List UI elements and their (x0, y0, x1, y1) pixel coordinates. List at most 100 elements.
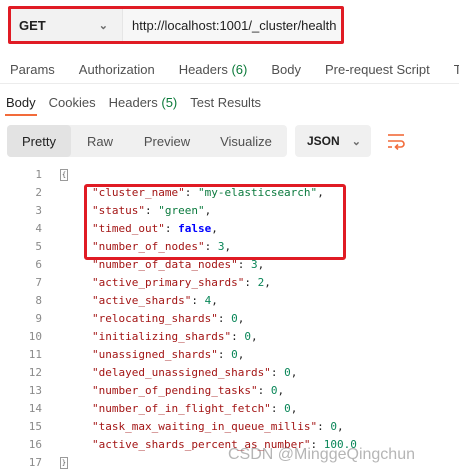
code-line: 11 "unassigned_shards": 0, (0, 346, 459, 364)
watermark: CSDN @MinggeQingchun (228, 446, 415, 463)
request-url-bar: GET ⌄ http://localhost:1001/_cluster/hea… (8, 6, 344, 44)
json-entry: "number_of_pending_tasks": 0, (92, 384, 285, 397)
line-number: 5 (35, 240, 42, 253)
json-value: 0 (231, 312, 238, 325)
response-tab-cookies[interactable]: Cookies (49, 95, 96, 110)
json-key: "relocating_shards" (92, 312, 218, 325)
tab-label: Headers (178, 62, 232, 77)
code-line: 10 "initializing_shards": 0, (0, 328, 459, 346)
tab-t[interactable]: T (454, 62, 459, 77)
code-line: 5 "number_of_nodes": 3, (0, 238, 459, 256)
json-key: "active_primary_shards" (92, 276, 245, 289)
code-line: 13 "number_of_pending_tasks": 0, (0, 382, 459, 400)
response-tab-body[interactable]: Body (6, 95, 36, 110)
json-entry: "number_of_in_flight_fetch": 0, (92, 402, 298, 415)
line-number: 9 (35, 312, 42, 325)
tab-label: Headers (108, 94, 162, 110)
wrap-lines-button[interactable] (379, 125, 413, 157)
json-value: 0 (284, 402, 291, 415)
json-entry: "initializing_shards": 0, (92, 330, 258, 343)
view-mode-group: Pretty Raw Preview Visualize (7, 125, 287, 157)
code-line: 9 "relocating_shards": 0, (0, 310, 459, 328)
url-input[interactable]: http://localhost:1001/_cluster/health (123, 9, 341, 41)
json-entry: "number_of_nodes": 3, (92, 240, 232, 253)
tab-count: (5) (161, 94, 178, 110)
line-number: 16 (28, 438, 42, 451)
view-visualize-button[interactable]: Visualize (205, 125, 287, 157)
code-line: 15 "task_max_waiting_in_queue_millis": 0, (0, 418, 459, 436)
tab-params[interactable]: Params (10, 62, 55, 77)
tab-label: Pre-request Script (324, 62, 430, 77)
tab-label: Params (10, 62, 55, 77)
response-tab-headers[interactable]: Headers (5) (109, 95, 178, 110)
json-key: "active_shards" (92, 294, 192, 307)
json-entry: "active_primary_shards": 2, (92, 276, 271, 289)
json-value: "my-elasticsearch" (197, 186, 318, 199)
json-key: "cluster_name" (92, 186, 185, 199)
tab-label: Test Results (190, 94, 262, 110)
json-key: "number_of_pending_tasks" (92, 384, 258, 397)
code-line: 2 "cluster_name": "my-elasticsearch", (0, 184, 459, 202)
view-raw-button[interactable]: Raw (71, 125, 129, 157)
tab-count: (6) (231, 62, 248, 77)
view-preview-button[interactable]: Preview (129, 125, 205, 157)
request-tabs: Params Authorization Headers (6) Body Pre-re… (0, 56, 459, 84)
line-number: 7 (35, 276, 42, 289)
json-value: 0 (244, 330, 251, 343)
json-key: "unassigned_shards" (92, 348, 218, 361)
json-entry: "delayed_unassigned_shards": 0, (92, 366, 298, 379)
json-key: "initializing_shards" (92, 330, 232, 343)
tab-label: Authorization (78, 62, 155, 77)
line-number: 3 (35, 204, 42, 217)
code-line: 1{ (0, 166, 459, 184)
code-line: 14 "number_of_in_flight_fetch": 0, (0, 400, 459, 418)
tab-label: T (453, 62, 459, 77)
tab-label: Body (6, 94, 36, 110)
tab-label: Cookies (48, 94, 96, 110)
method-select[interactable]: GET ⌄ (11, 9, 123, 41)
json-entry: "task_max_waiting_in_queue_millis": 0, (92, 420, 344, 433)
tab-label: Body (271, 62, 301, 77)
line-number: 11 (28, 348, 42, 361)
json-entry: "status": "green", (92, 204, 212, 217)
json-entry: "number_of_data_nodes": 3, (92, 258, 265, 271)
code-line: 3 "status": "green", (0, 202, 459, 220)
line-number: 6 (35, 258, 42, 271)
line-number: 14 (28, 402, 42, 415)
format-select[interactable]: JSON ⌄ (295, 125, 371, 157)
json-key: "timed_out" (92, 222, 165, 235)
code-line: 12 "delayed_unassigned_shards": 0, (0, 364, 459, 382)
json-entry: "cluster_name": "my-elasticsearch", (92, 186, 324, 199)
json-entry: "unassigned_shards": 0, (92, 348, 245, 361)
tab-authorization[interactable]: Authorization (79, 62, 155, 77)
json-key: "task_max_waiting_in_queue_millis" (92, 420, 318, 433)
code-line: 8 "active_shards": 4, (0, 292, 459, 310)
tab-pre-request-script[interactable]: Pre-request Script (325, 62, 430, 77)
line-number: 12 (28, 366, 42, 379)
json-value: 0 (231, 348, 238, 361)
code-line: 7 "active_primary_shards": 2, (0, 274, 459, 292)
tab-body[interactable]: Body (271, 62, 301, 77)
fold-end-icon: } (60, 457, 68, 469)
json-key: "number_of_nodes" (92, 240, 205, 253)
chevron-down-icon: ⌄ (98, 19, 108, 32)
line-number: 8 (35, 294, 42, 307)
view-pretty-button[interactable]: Pretty (7, 125, 71, 157)
line-number: 15 (28, 420, 42, 433)
json-key: "number_of_in_flight_fetch" (92, 402, 271, 415)
fold-toggle-icon[interactable]: { (60, 169, 68, 181)
response-tab-test-results[interactable]: Test Results (190, 95, 261, 110)
json-value: "green" (158, 204, 205, 217)
line-number: 2 (35, 186, 42, 199)
code-line: 4 "timed_out": false, (0, 220, 459, 238)
line-number: 1 (35, 168, 42, 181)
chevron-down-icon: ⌄ (351, 135, 361, 148)
code-line: 6 "number_of_data_nodes": 3, (0, 256, 459, 274)
response-body-code: 1{2 "cluster_name": "my-elasticsearch", 3 "… (0, 166, 459, 472)
json-value: 3 (250, 258, 258, 271)
json-key: "status" (92, 204, 145, 217)
method-label: GET (19, 17, 46, 33)
response-tabs: Body Cookies Headers (5) Test Results (0, 90, 459, 114)
tab-headers[interactable]: Headers (6) (179, 62, 248, 77)
line-number: 10 (28, 330, 42, 343)
